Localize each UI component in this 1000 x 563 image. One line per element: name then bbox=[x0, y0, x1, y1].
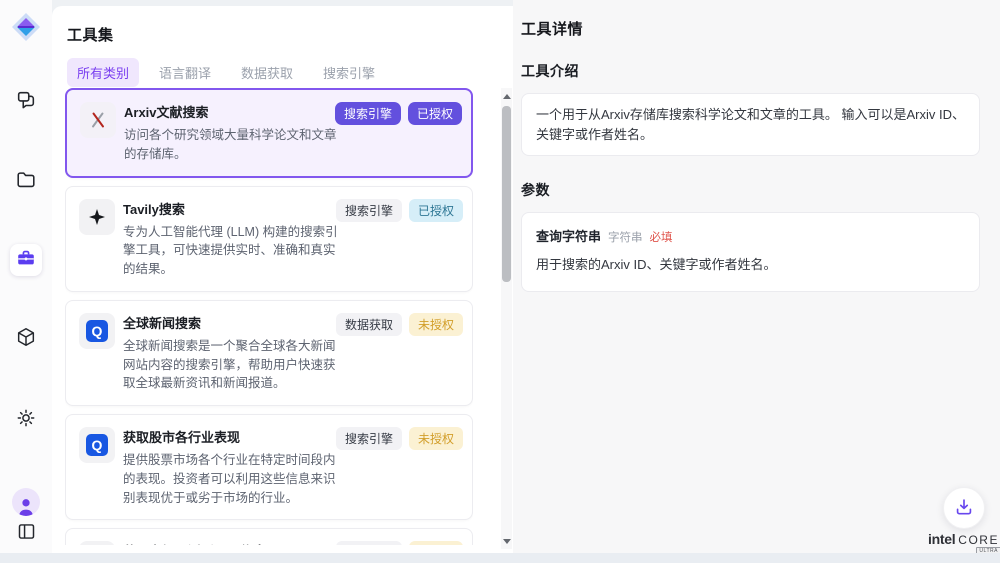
category-tab[interactable]: 语言翻译 bbox=[149, 58, 221, 87]
app-logo-icon bbox=[11, 12, 41, 42]
download-icon bbox=[953, 496, 975, 521]
tool-card-body: 获取市场最活跃股票信息 提供当天交易量最高的股票列表，投资者可以利用这些信息来识… bbox=[123, 541, 344, 545]
tool-icon: Q bbox=[79, 541, 115, 545]
tool-description: 全球新闻搜索是一个聚合全球各大新闻网站内容的搜索引擎，帮助用户快速获取全球最新资… bbox=[123, 337, 344, 393]
tool-card-body: Tavily搜索 专为人工智能代理 (LLM) 构建的搜索引擎工具，可快速提供实… bbox=[123, 199, 344, 279]
intel-core-logo: intel coreultra bbox=[928, 531, 992, 547]
category-badge: 数据获取 bbox=[336, 313, 402, 336]
param-meta: 查询字符串 字符串 必填 bbox=[536, 226, 965, 245]
list-scrollbar[interactable] bbox=[501, 88, 512, 549]
tool-badges: 搜索引擎 已授权 bbox=[335, 102, 462, 125]
download-button[interactable] bbox=[943, 487, 985, 529]
category-badge: 搜索引擎 bbox=[336, 541, 402, 545]
tool-detail-panel: 工具详情 工具介绍 一个用于从Arxiv存储库搜索科学论文和文章的工具。 输入可… bbox=[513, 0, 1000, 553]
tool-name: 全球新闻搜索 bbox=[123, 313, 344, 332]
auth-status-badge: 未授权 bbox=[409, 427, 463, 450]
category-tab[interactable]: 所有类别 bbox=[67, 58, 139, 87]
category-tabs: 所有类别语言翻译数据获取搜索引擎 bbox=[67, 58, 385, 87]
tool-name: 获取市场最活跃股票信息 bbox=[123, 541, 344, 545]
param-required-badge: 必填 bbox=[650, 229, 673, 245]
tool-badges: 数据获取 未授权 bbox=[336, 313, 463, 336]
intel-wordmark: intel bbox=[928, 531, 955, 547]
tool-card-body: 全球新闻搜索 全球新闻搜索是一个聚合全球各大新闻网站内容的搜索引擎，帮助用户快速… bbox=[123, 313, 344, 393]
sidebar-item-tools[interactable] bbox=[10, 244, 42, 276]
tool-card[interactable]: Q Arxiv文献搜索 访问各个研究领域大量科学论文和文章的存储库。 搜索引擎 … bbox=[65, 88, 473, 178]
param-card: 查询字符串 字符串 必填 用于搜索的Arxiv ID、关键字或作者姓名。 bbox=[521, 212, 980, 292]
scroll-down-icon[interactable] bbox=[501, 535, 512, 547]
param-description: 用于搜索的Arxiv ID、关键字或作者姓名。 bbox=[536, 254, 965, 273]
category-badge: 搜索引擎 bbox=[336, 427, 402, 450]
toolbox-icon bbox=[15, 247, 37, 274]
auth-status-badge: 未授权 bbox=[409, 313, 463, 336]
tool-description: 访问各个研究领域大量科学论文和文章的存储库。 bbox=[124, 126, 343, 164]
category-badge: 搜索引擎 bbox=[335, 102, 401, 125]
auth-status-badge: 已授权 bbox=[409, 199, 463, 222]
sidebar-item-chat[interactable] bbox=[10, 86, 42, 118]
tool-description: 专为人工智能代理 (LLM) 构建的搜索引擎工具，可快速提供实时、准确和真实的结… bbox=[123, 223, 344, 279]
category-badge: 搜索引擎 bbox=[336, 199, 402, 222]
tool-description: 提供股票市场各个行业在特定时间段内的表现。投资者可以利用这些信息来识别表现优于或… bbox=[123, 451, 344, 507]
category-tab[interactable]: 搜索引擎 bbox=[313, 58, 385, 87]
left-sidebar bbox=[0, 0, 52, 553]
gear-icon bbox=[15, 407, 37, 434]
intro-text: 一个用于从Arxiv存储库搜索科学论文和文章的工具。 输入可以是Arxiv ID… bbox=[521, 93, 980, 156]
window-bottom-edge bbox=[0, 553, 1000, 563]
tool-name: Tavily搜索 bbox=[123, 199, 344, 218]
sidebar-item-models[interactable] bbox=[10, 323, 42, 355]
user-avatar bbox=[12, 488, 40, 516]
param-name: 查询字符串 bbox=[536, 226, 601, 245]
tool-card[interactable]: Q 获取股市各行业表现 提供股票市场各个行业在特定时间段内的表现。投资者可以利用… bbox=[65, 414, 473, 520]
tool-icon: Q bbox=[79, 313, 115, 349]
tool-icon: Q bbox=[79, 427, 115, 463]
page-title: 工具集 bbox=[67, 24, 114, 45]
auth-status-badge: 未授权 bbox=[409, 541, 463, 545]
auth-status-badge: 已授权 bbox=[408, 102, 462, 125]
params-heading: 参数 bbox=[521, 180, 980, 200]
tool-name: Arxiv文献搜索 bbox=[124, 102, 343, 121]
tool-icon: Q bbox=[79, 199, 115, 235]
scrollbar-thumb[interactable] bbox=[502, 106, 511, 282]
tool-card[interactable]: Q 全球新闻搜索 全球新闻搜索是一个聚合全球各大新闻网站内容的搜索引擎，帮助用户… bbox=[65, 300, 473, 406]
folder-icon bbox=[15, 169, 37, 196]
panel-toggle-icon bbox=[16, 521, 37, 547]
tool-icon: Q bbox=[80, 102, 116, 138]
tool-badges: 搜索引擎 未授权 bbox=[336, 427, 463, 450]
chat-icon bbox=[15, 89, 37, 116]
tool-name: 获取股市各行业表现 bbox=[123, 427, 344, 446]
tool-card[interactable]: Q Tavily搜索 专为人工智能代理 (LLM) 构建的搜索引擎工具，可快速提… bbox=[65, 186, 473, 292]
tool-card-body: Arxiv文献搜索 访问各个研究领域大量科学论文和文章的存储库。 bbox=[124, 102, 343, 164]
sidebar-user-avatar[interactable] bbox=[10, 486, 42, 518]
sidebar-item-settings[interactable] bbox=[10, 404, 42, 436]
core-wordmark: coreultra bbox=[958, 533, 999, 547]
tool-badges: 搜索引擎 未授权 bbox=[336, 541, 463, 545]
param-type: 字符串 bbox=[608, 229, 643, 245]
intro-heading: 工具介绍 bbox=[521, 61, 980, 81]
tool-card-list: Q Arxiv文献搜索 访问各个研究领域大量科学论文和文章的存储库。 搜索引擎 … bbox=[65, 88, 473, 545]
category-tab[interactable]: 数据获取 bbox=[231, 58, 303, 87]
tool-badges: 搜索引擎 已授权 bbox=[336, 199, 463, 222]
tool-list-panel: 工具集 所有类别语言翻译数据获取搜索引擎 Q Arxiv文献搜索 访问各个研究领… bbox=[52, 6, 513, 553]
sidebar-panel-toggle[interactable] bbox=[10, 518, 42, 550]
tool-card[interactable]: Q 获取市场最活跃股票信息 提供当天交易量最高的股票列表，投资者可以利用这些信息… bbox=[65, 528, 473, 545]
tool-card-body: 获取股市各行业表现 提供股票市场各个行业在特定时间段内的表现。投资者可以利用这些… bbox=[123, 427, 344, 507]
detail-title: 工具详情 bbox=[521, 18, 980, 39]
cube-icon bbox=[15, 326, 37, 353]
sidebar-item-files[interactable] bbox=[10, 166, 42, 198]
scroll-up-icon[interactable] bbox=[501, 90, 512, 102]
